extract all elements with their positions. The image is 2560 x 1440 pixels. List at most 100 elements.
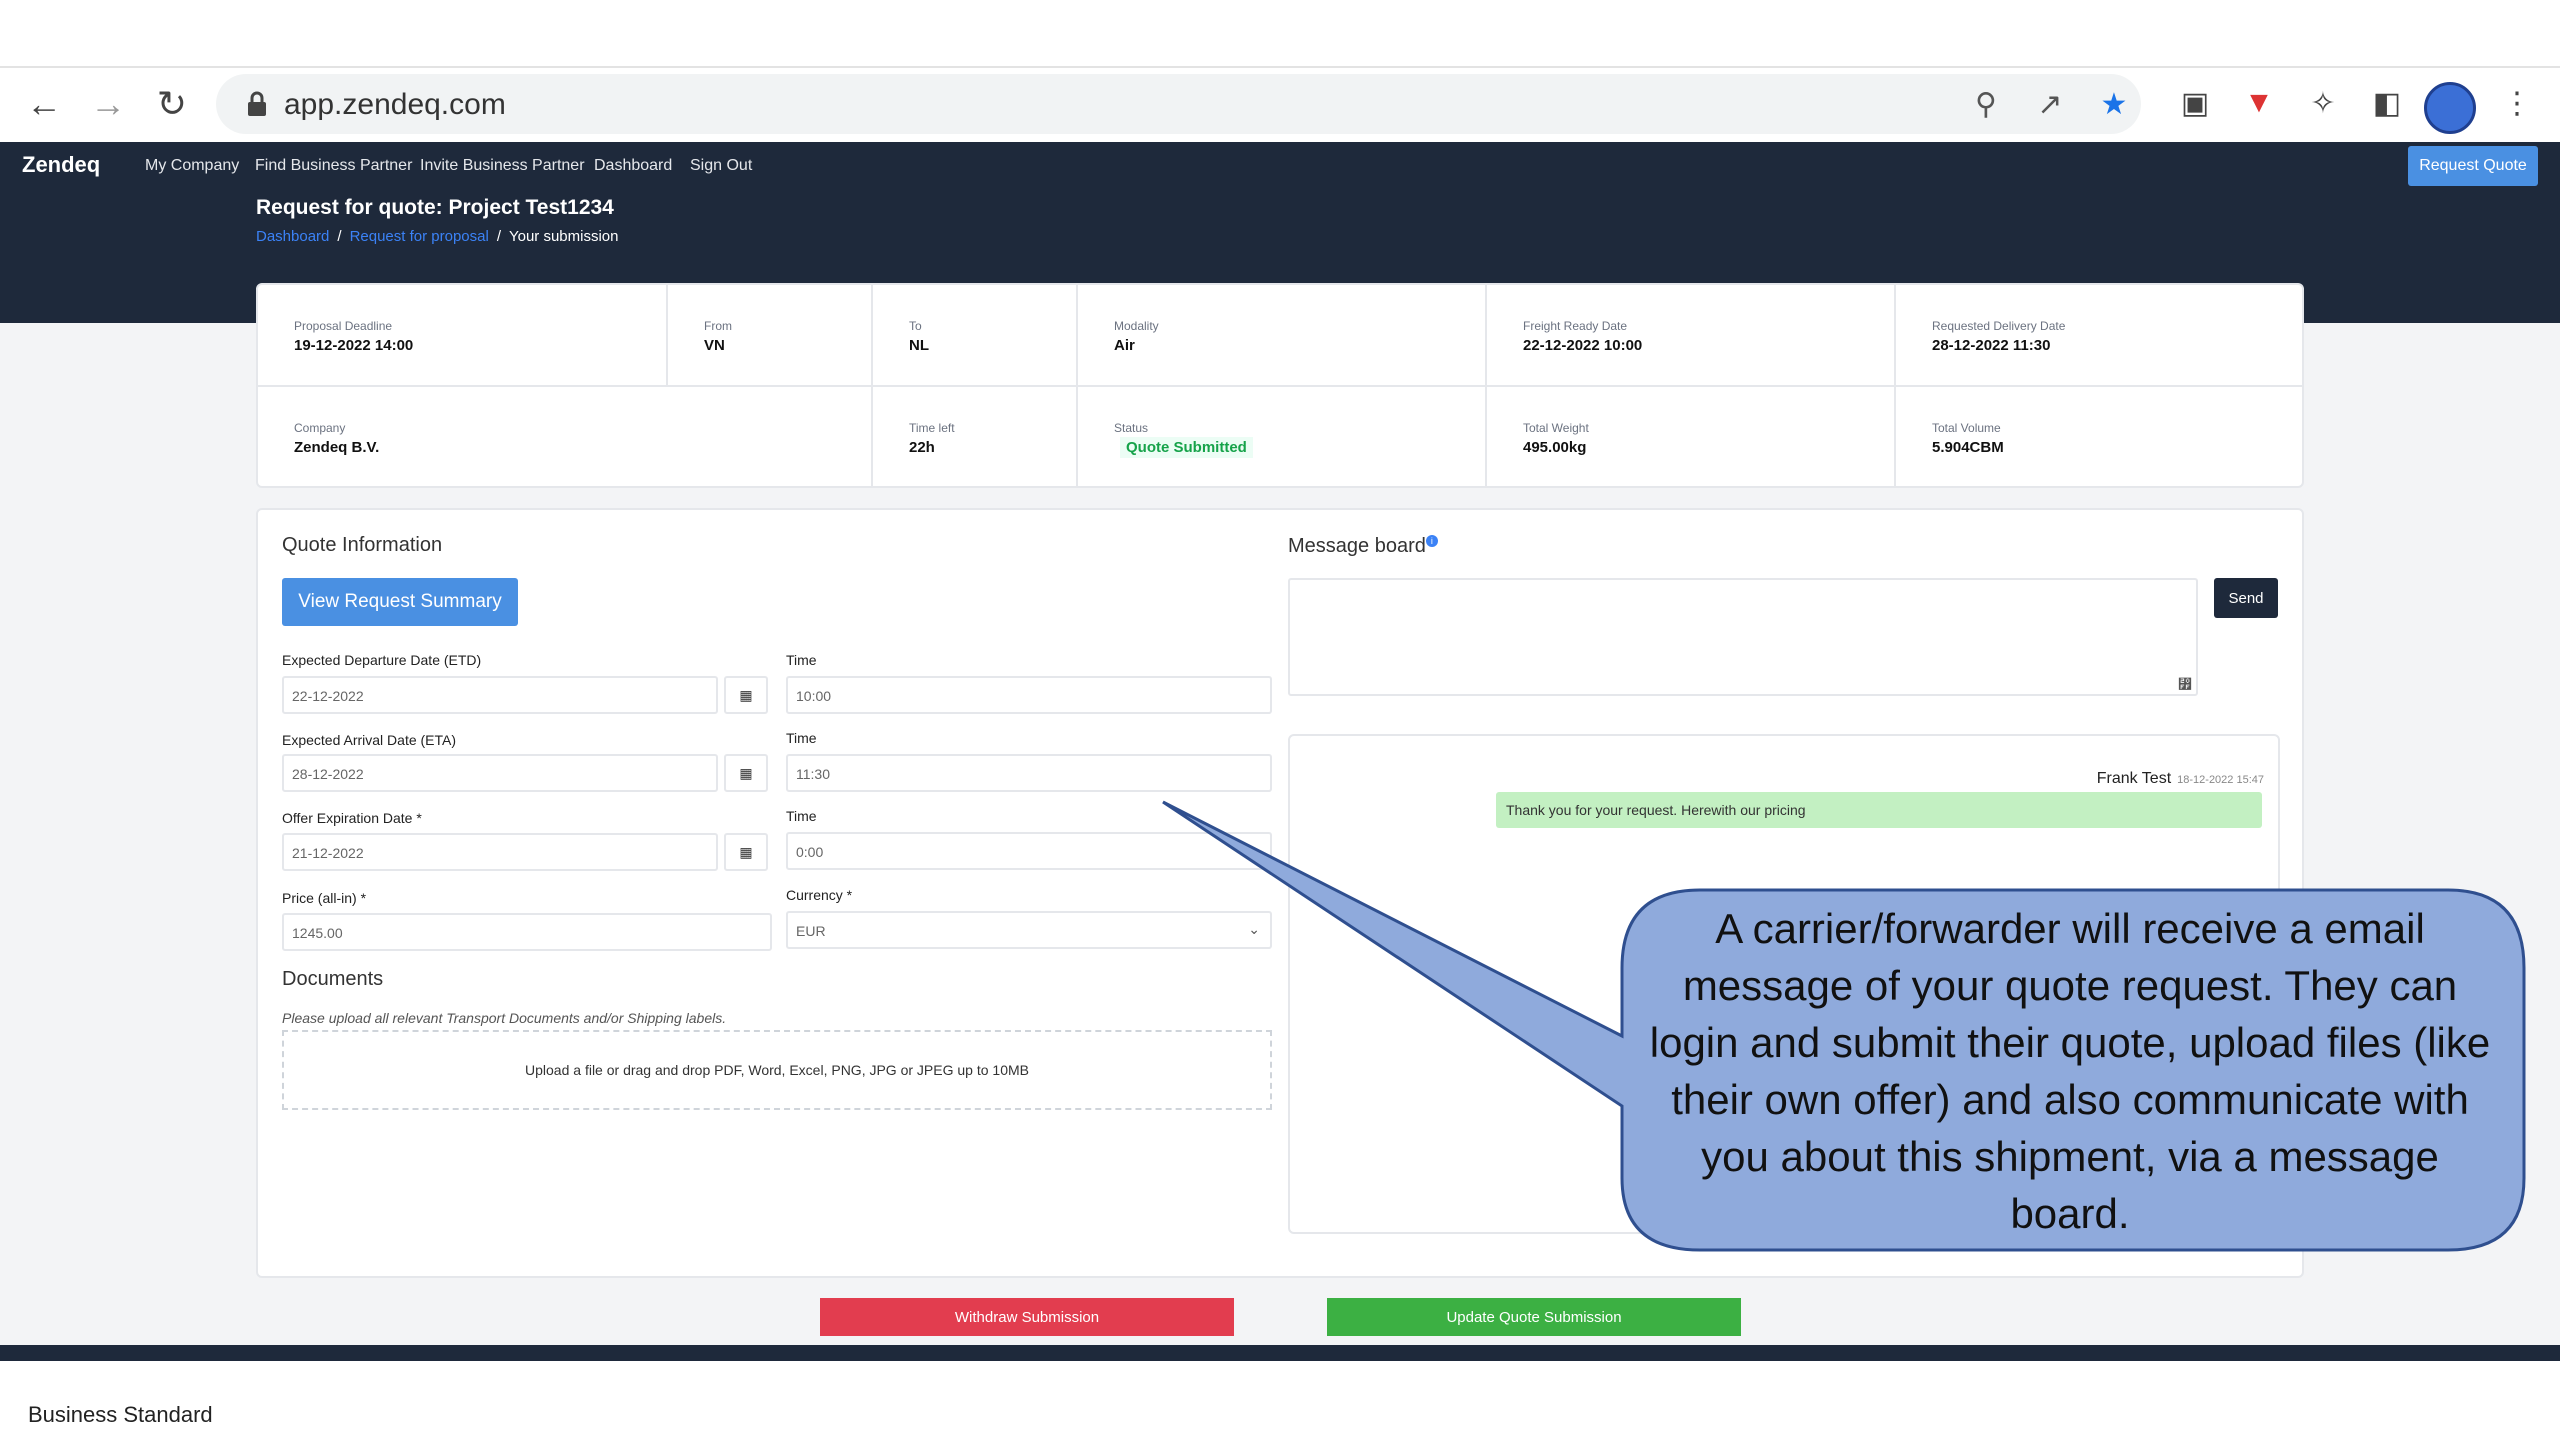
field-value: 5.904CBM: [1932, 439, 2004, 456]
eta-input[interactable]: 28-12-2022: [282, 754, 718, 792]
documents-hint: Please upload all relevant Transport Doc…: [282, 1010, 727, 1026]
field-value: 495.00kg: [1523, 439, 1587, 456]
status-badge: Quote Submitted: [1120, 437, 1253, 458]
bookmark-star-icon[interactable]: ★: [2096, 86, 2132, 122]
field-label: To: [909, 319, 922, 333]
etd-input[interactable]: 22-12-2022: [282, 676, 718, 714]
summary-status: Status Quote Submitted: [1078, 387, 1487, 486]
footer-text: Business Standard: [28, 1402, 213, 1427]
resize-handle-icon[interactable]: ⃿: [2178, 676, 2192, 692]
browser-chrome: ← → ↻ app.zendeq.com ⚲ ↗ ★ ▣ ▼ ✧ ◧ ⋮: [0, 0, 2560, 142]
message-board-heading: Message board i: [1288, 535, 1438, 558]
field-value: 22-12-2022 10:00: [1523, 337, 1643, 354]
offer-expiration-time-input[interactable]: 0:00: [786, 832, 1272, 870]
withdraw-submission-button[interactable]: Withdraw Submission: [820, 1298, 1234, 1336]
summary-from: From VN: [668, 285, 873, 387]
extension-icon[interactable]: ▣: [2176, 84, 2214, 122]
side-panel-icon[interactable]: ◧: [2368, 84, 2406, 122]
field-label: Freight Ready Date: [1523, 319, 1628, 333]
zoom-icon[interactable]: ⚲: [1968, 86, 2004, 122]
field-value: 22h: [909, 439, 935, 456]
summary-time-left: Time left 22h: [873, 387, 1078, 486]
reload-icon[interactable]: ↻: [150, 82, 194, 126]
etd-time-label: Time: [786, 652, 817, 668]
request-quote-button[interactable]: Request Quote: [2408, 146, 2538, 186]
field-label: Status: [1114, 421, 1149, 435]
message-author: Frank Test 18-12-2022 15:47: [2097, 770, 2264, 788]
field-value: Zendeq B.V.: [294, 439, 380, 456]
message-textarea[interactable]: ⃿: [1288, 578, 2198, 696]
breadcrumb-dashboard[interactable]: Dashboard: [256, 228, 329, 245]
field-label: Modality: [1114, 319, 1159, 333]
calendar-icon[interactable]: ▦: [724, 833, 768, 871]
summary-modality: Modality Air: [1078, 285, 1487, 387]
file-dropzone[interactable]: Upload a file or drag and drop PDF, Word…: [282, 1030, 1272, 1110]
author-name: Frank Test: [2096, 770, 2172, 787]
view-request-summary-button[interactable]: View Request Summary: [282, 578, 518, 626]
message-timestamp: 18-12-2022 15:47: [2177, 774, 2264, 786]
chevron-down-icon: ⌄: [1248, 921, 1260, 937]
breadcrumb-request-for-proposal[interactable]: Request for proposal: [350, 228, 489, 245]
etd-time-input[interactable]: 10:00: [786, 676, 1272, 714]
currency-select[interactable]: EUR ⌄: [786, 911, 1272, 949]
puzzle-icon[interactable]: ✧: [2304, 84, 2342, 122]
summary-to: To NL: [873, 285, 1078, 387]
page-title: Request for quote: Project Test1234: [256, 196, 614, 219]
eta-label: Expected Arrival Date (ETA): [282, 732, 457, 748]
eta-time-input[interactable]: 11:30: [786, 754, 1272, 792]
profile-avatar[interactable]: [2424, 82, 2476, 134]
pocket-icon[interactable]: ▼: [2240, 84, 2278, 122]
info-icon[interactable]: i: [1425, 535, 1438, 548]
summary-requested-delivery-date: Requested Delivery Date 28-12-2022 11:30: [1896, 285, 2302, 387]
callout-text: A carrier/forwarder will receive a email…: [1649, 905, 2491, 1237]
field-label: Total Volume: [1932, 421, 2001, 435]
url-text: app.zendeq.com: [284, 88, 506, 121]
request-summary-card: Proposal Deadline 19-12-2022 14:00 From …: [256, 283, 2304, 488]
breadcrumb-separator: /: [337, 228, 342, 245]
app-navbar: Zendeq My Company Find Business Partner …: [0, 142, 2560, 190]
breadcrumb-separator: /: [496, 228, 501, 245]
back-icon[interactable]: ←: [22, 82, 66, 126]
eta-time-label: Time: [786, 730, 817, 746]
nav-sign-out[interactable]: Sign Out: [690, 157, 752, 175]
field-value: Air: [1114, 337, 1135, 354]
calendar-icon[interactable]: ▦: [724, 676, 768, 714]
currency-value: EUR: [796, 923, 826, 939]
summary-freight-ready-date: Freight Ready Date 22-12-2022 10:00: [1487, 285, 1896, 387]
brand-logo[interactable]: Zendeq: [22, 152, 100, 178]
menu-kebab-icon[interactable]: ⋮: [2498, 84, 2536, 122]
field-value: 28-12-2022 11:30: [1932, 337, 2051, 354]
field-label: From: [704, 319, 732, 333]
field-value: VN: [704, 337, 725, 354]
breadcrumb: Dashboard / Request for proposal / Your …: [256, 228, 619, 245]
etd-label: Expected Departure Date (ETD): [282, 652, 482, 668]
field-label: Proposal Deadline: [294, 319, 393, 333]
nav-invite-business-partner[interactable]: Invite Business Partner: [420, 157, 585, 175]
share-icon[interactable]: ↗: [2032, 86, 2068, 122]
offer-expiration-input[interactable]: 21-12-2022: [282, 833, 718, 871]
field-label: Requested Delivery Date: [1932, 319, 2066, 333]
price-input[interactable]: 1245.00: [282, 913, 772, 951]
field-value: NL: [909, 337, 929, 354]
calendar-icon[interactable]: ▦: [724, 754, 768, 792]
summary-total-volume: Total Volume 5.904CBM: [1896, 387, 2302, 486]
nav-dashboard[interactable]: Dashboard: [594, 157, 672, 175]
message-board-label: Message board: [1288, 535, 1426, 557]
update-quote-submission-button[interactable]: Update Quote Submission: [1327, 1298, 1741, 1336]
nav-find-business-partner[interactable]: Find Business Partner: [255, 157, 412, 175]
field-value: 19-12-2022 14:00: [294, 337, 414, 354]
offer-expiration-time-label: Time: [786, 808, 817, 824]
address-bar[interactable]: app.zendeq.com ⚲ ↗ ★: [216, 74, 2141, 134]
documents-heading: Documents: [282, 968, 384, 990]
currency-label: Currency *: [786, 887, 853, 903]
send-button[interactable]: Send: [2214, 578, 2278, 618]
tab-strip-divider: [0, 66, 2560, 68]
lock-icon: [248, 91, 266, 116]
field-label: Company: [294, 421, 346, 435]
forward-icon[interactable]: →: [86, 82, 130, 126]
field-label: Total Weight: [1523, 421, 1589, 435]
message-bubble: Thank you for your request. Herewith our…: [1496, 792, 2262, 828]
nav-my-company[interactable]: My Company: [145, 157, 239, 175]
price-label: Price (all-in) *: [282, 890, 367, 906]
dropzone-text: Upload a file or drag and drop PDF, Word…: [525, 1062, 1029, 1078]
